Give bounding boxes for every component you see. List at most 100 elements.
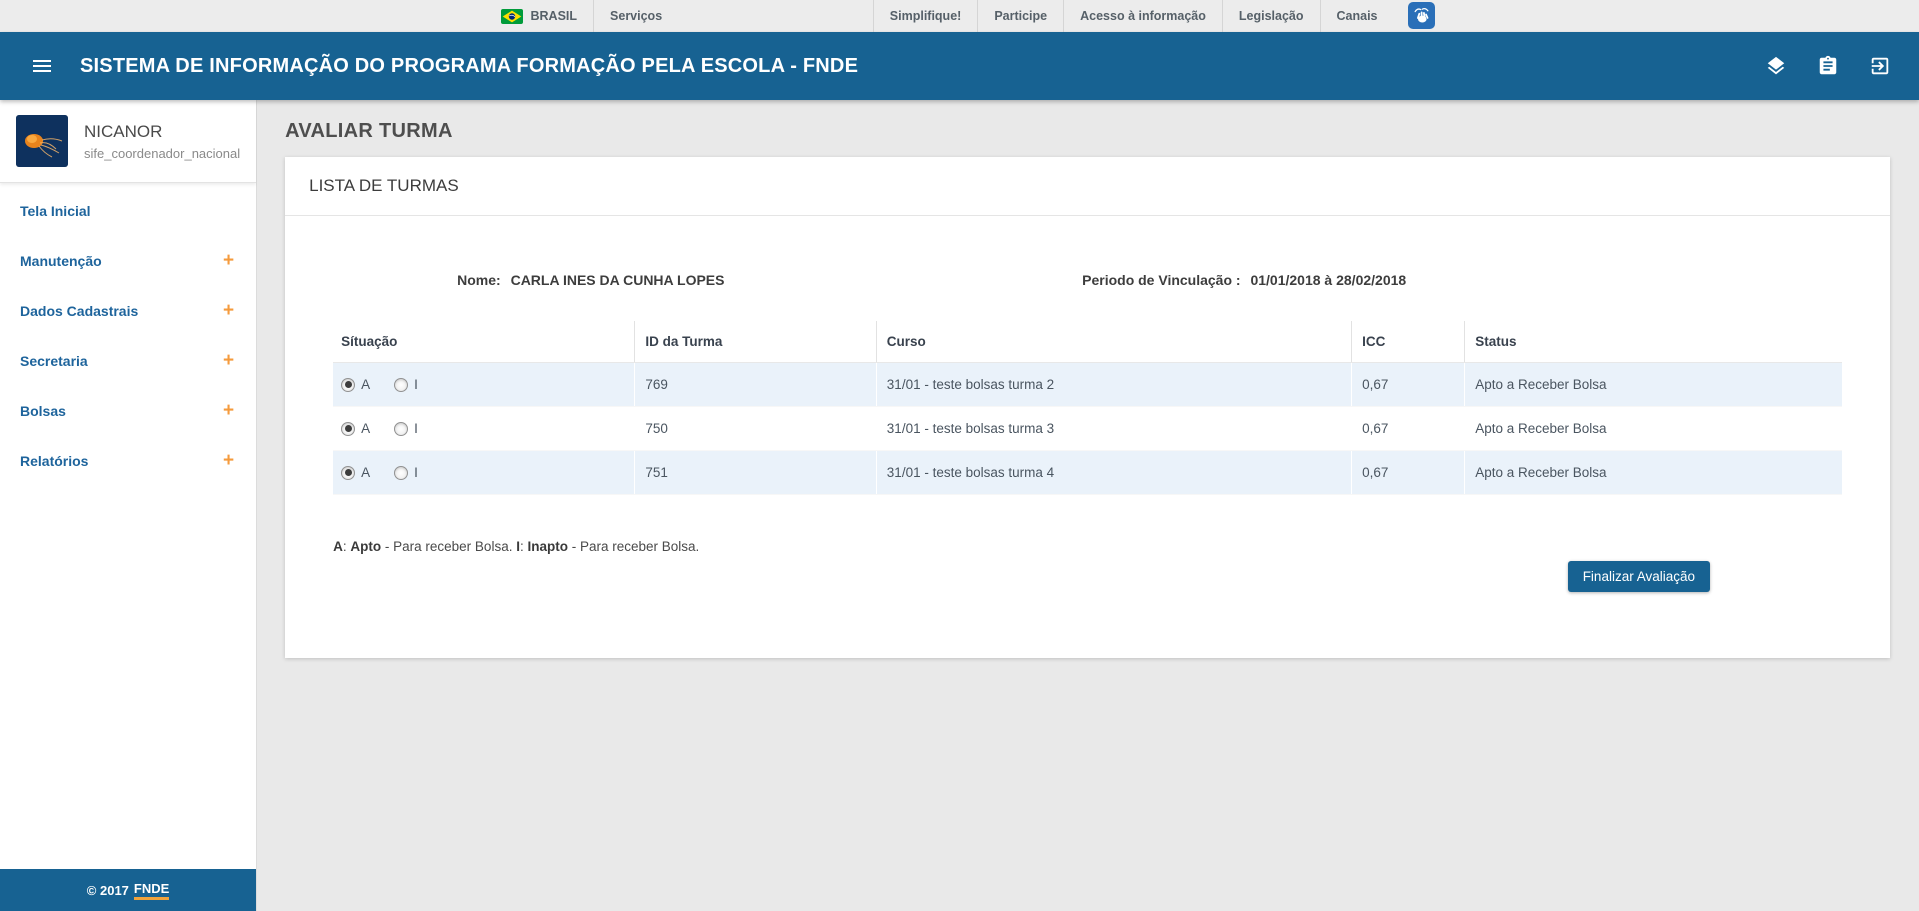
servicos-link[interactable]: Serviços <box>593 0 678 32</box>
menu-toggle-button[interactable] <box>30 54 54 78</box>
canais-link[interactable]: Canais <box>1320 0 1394 32</box>
radio-inapto-label: I <box>414 421 418 436</box>
radio-inapto[interactable] <box>394 378 408 392</box>
legend-text: A: Apto - Para receber Bolsa. I: Inapto … <box>333 539 1842 554</box>
table-row: A I 750 31/01 - teste bolsas turma 3 <box>333 407 1842 451</box>
sidebar-item-label: Dados Cadastrais <box>20 303 138 319</box>
radio-apto[interactable] <box>341 378 355 392</box>
table-row: A I 769 31/01 - teste bolsas turma 2 <box>333 363 1842 407</box>
gov-topbar-left: BRASIL Serviços <box>485 0 679 32</box>
expand-plus-icon[interactable]: + <box>223 454 234 468</box>
finalizar-avaliacao-button[interactable]: Finalizar Avaliação <box>1568 561 1710 592</box>
assignment-button[interactable] <box>1817 55 1839 77</box>
page-title: AVALIAR TURMA <box>285 120 1890 143</box>
card-body: Nome: CARLA INES DA CUNHA LOPES Periodo … <box>285 272 1890 658</box>
curso-cell: 31/01 - teste bolsas turma 4 <box>876 451 1351 495</box>
expand-plus-icon[interactable]: + <box>223 354 234 368</box>
exit-logout-icon <box>1869 55 1891 77</box>
vlibras-hands-icon <box>1412 6 1431 25</box>
simplifique-link[interactable]: Simplifique! <box>873 0 978 32</box>
curso-cell: 31/01 - teste bolsas turma 2 <box>876 363 1351 407</box>
status-cell: Apto a Receber Bolsa <box>1465 407 1842 451</box>
radio-inapto-option[interactable]: I <box>394 465 418 480</box>
radio-apto-option[interactable]: A <box>341 377 370 392</box>
icc-cell: 0,67 <box>1352 363 1465 407</box>
expand-plus-icon[interactable]: + <box>223 304 234 318</box>
situacao-cell: A I <box>333 407 635 451</box>
sidebar-item-dados-cadastrais[interactable]: Dados Cadastrais + <box>0 291 256 331</box>
fnde-footer-link[interactable]: FNDE <box>134 881 169 900</box>
sidebar-item-label: Tela Inicial <box>20 203 91 219</box>
legend-i-text: - Para receber Bolsa. <box>568 539 699 554</box>
vlibras-accessibility-button[interactable] <box>1408 2 1435 29</box>
user-role: sife_coordenador_nacional <box>84 146 240 161</box>
radio-inapto-label: I <box>414 377 418 392</box>
lista-turmas-card: LISTA DE TURMAS Nome: CARLA INES DA CUNH… <box>285 157 1890 658</box>
sidebar-item-bolsas[interactable]: Bolsas + <box>0 391 256 431</box>
simplifique-label: Simplifique! <box>890 9 962 23</box>
turmas-table: Sítuação ID da Turma Curso ICC Status <box>333 321 1842 495</box>
acesso-informacao-link[interactable]: Acesso à informação <box>1063 0 1222 32</box>
radio-apto-label: A <box>361 421 370 436</box>
id-turma-cell: 750 <box>635 407 876 451</box>
servicos-label: Serviços <box>610 9 662 23</box>
id-turma-cell: 751 <box>635 451 876 495</box>
brasil-link[interactable]: BRASIL <box>485 0 594 32</box>
periodo-label: Periodo de Vinculação : <box>1082 272 1240 288</box>
radio-inapto[interactable] <box>394 466 408 480</box>
nome-value: CARLA INES DA CUNHA LOPES <box>511 272 725 288</box>
legislacao-link[interactable]: Legislação <box>1222 0 1320 32</box>
user-avatar <box>16 115 68 167</box>
sidebar-item-label: Secretaria <box>20 353 88 369</box>
nome-field: Nome: CARLA INES DA CUNHA LOPES <box>457 272 724 288</box>
radio-inapto-label: I <box>414 465 418 480</box>
header-icc: ICC <box>1352 321 1465 363</box>
student-info-row: Nome: CARLA INES DA CUNHA LOPES Periodo … <box>333 272 1842 289</box>
periodo-field: Periodo de Vinculação : 01/01/2018 à 28/… <box>1082 272 1406 288</box>
gov-topbar-inner: BRASIL Serviços Simplifique! Participe A… <box>485 0 1435 32</box>
logout-button[interactable] <box>1869 55 1891 77</box>
sidebar-item-label: Relatórios <box>20 453 88 469</box>
user-panel: NICANOR sife_coordenador_nacional <box>0 100 256 183</box>
assignment-clipboard-icon <box>1817 55 1839 77</box>
button-row: Finalizar Avaliação <box>333 561 1842 592</box>
radio-inapto-option[interactable]: I <box>394 377 418 392</box>
expand-plus-icon[interactable]: + <box>223 254 234 268</box>
appbar-actions <box>1765 55 1891 77</box>
legend-a-text: - Para receber Bolsa. <box>381 539 516 554</box>
participe-label: Participe <box>994 9 1047 23</box>
brasil-label: BRASIL <box>531 9 578 23</box>
status-cell: Apto a Receber Bolsa <box>1465 451 1842 495</box>
legend-i-label: Inapto <box>527 539 568 554</box>
radio-apto-option[interactable]: A <box>341 421 370 436</box>
situacao-cell: A I <box>333 451 635 495</box>
table-header-row: Sítuação ID da Turma Curso ICC Status <box>333 321 1842 363</box>
layers-icon <box>1765 55 1787 77</box>
expand-plus-icon[interactable]: + <box>223 404 234 418</box>
sidebar-item-tela-inicial[interactable]: Tela Inicial <box>0 191 256 231</box>
main-content: AVALIAR TURMA LISTA DE TURMAS Nome: CARL… <box>257 100 1919 911</box>
sidebar-item-manutencao[interactable]: Manutenção + <box>0 241 256 281</box>
icc-cell: 0,67 <box>1352 451 1465 495</box>
brazil-flag-icon <box>501 9 523 24</box>
header-id-turma: ID da Turma <box>635 321 876 363</box>
radio-apto[interactable] <box>341 422 355 436</box>
participe-link[interactable]: Participe <box>977 0 1063 32</box>
layers-button[interactable] <box>1765 55 1787 77</box>
canais-label: Canais <box>1337 9 1378 23</box>
situacao-cell: A I <box>333 363 635 407</box>
sidebar-item-relatorios[interactable]: Relatórios + <box>0 441 256 481</box>
header-situacao: Sítuação <box>333 321 635 363</box>
radio-inapto-option[interactable]: I <box>394 421 418 436</box>
radio-inapto[interactable] <box>394 422 408 436</box>
sidebar-nav: Tela Inicial Manutenção + Dados Cadastra… <box>0 183 256 869</box>
radio-apto-option[interactable]: A <box>341 465 370 480</box>
header-status: Status <box>1465 321 1842 363</box>
sidebar: NICANOR sife_coordenador_nacional Tela I… <box>0 100 257 911</box>
radio-apto[interactable] <box>341 466 355 480</box>
curso-cell: 31/01 - teste bolsas turma 3 <box>876 407 1351 451</box>
legislacao-label: Legislação <box>1239 9 1304 23</box>
user-name: NICANOR <box>84 122 240 142</box>
sidebar-item-label: Bolsas <box>20 403 66 419</box>
sidebar-item-secretaria[interactable]: Secretaria + <box>0 341 256 381</box>
